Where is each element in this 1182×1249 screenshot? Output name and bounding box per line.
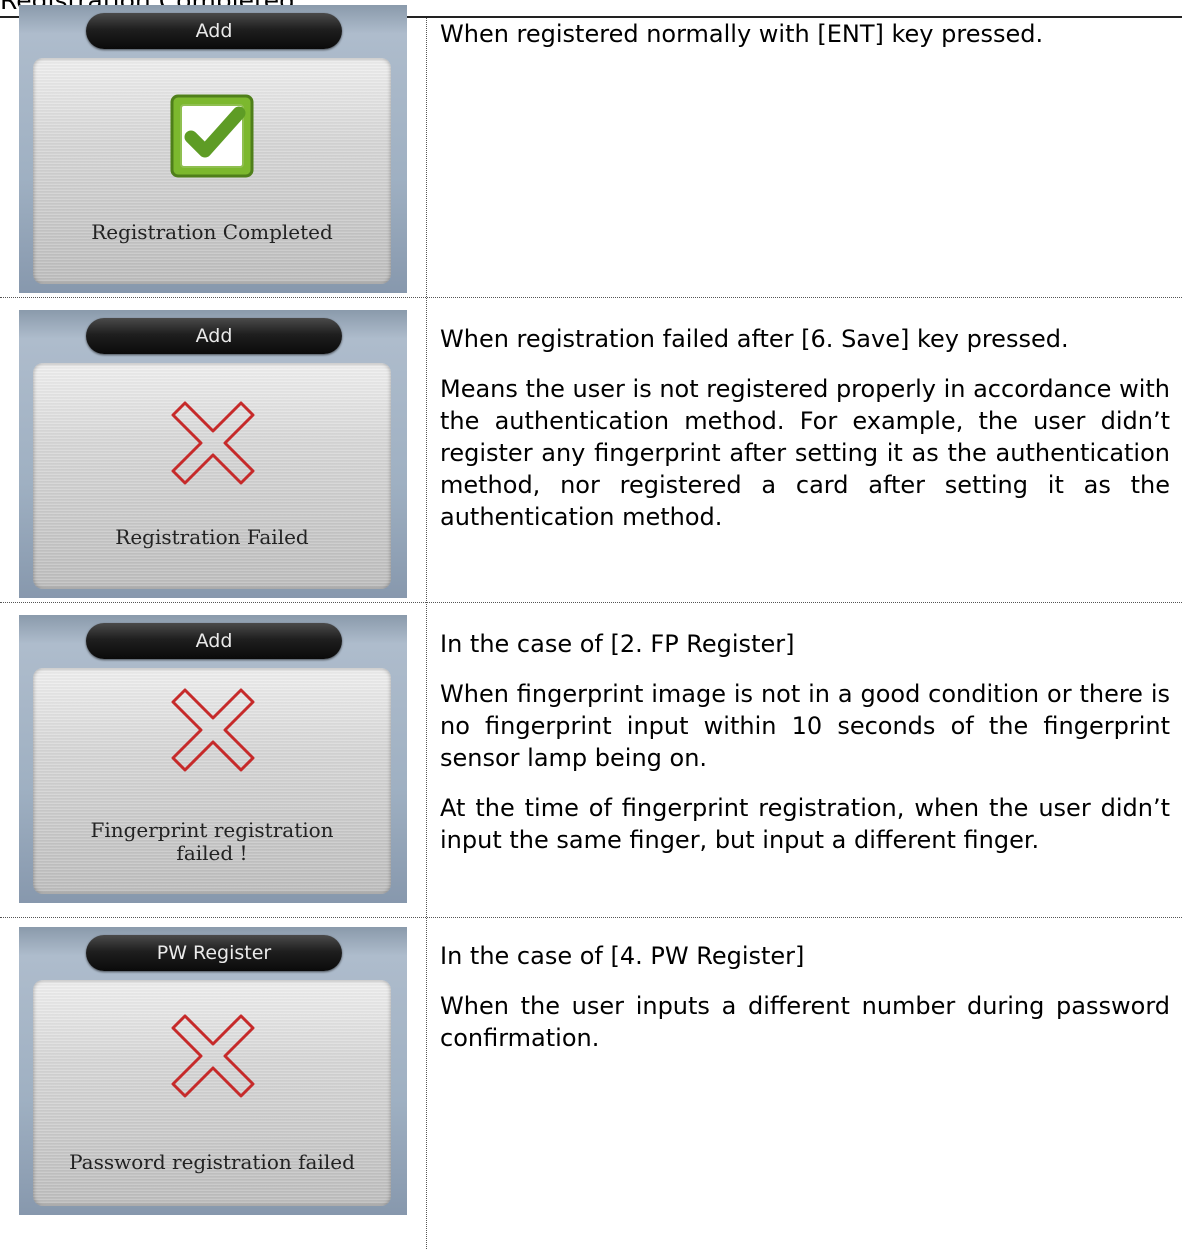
check-icon: [170, 94, 254, 178]
device-screenshot: Add Fingerprint registration failed !: [19, 615, 407, 903]
device-screenshot: Add Registration Failed: [19, 310, 407, 598]
row-description: When registered normally with [ENT] key …: [440, 18, 1170, 50]
description-paragraph: In the case of [4. PW Register]: [440, 942, 805, 970]
row-separator: [0, 917, 1182, 918]
screen-title: PW Register: [156, 942, 272, 964]
row-description: When registration failed after [6. Save]…: [440, 323, 1170, 533]
description-paragraph: When fingerprint image is not in a good …: [440, 680, 1170, 772]
screen-panel: Password registration failed: [33, 980, 391, 1206]
screen-title: Add: [195, 630, 233, 652]
description-paragraph: In the case of [2. FP Register]: [440, 630, 795, 658]
description-paragraph: Means the user is not registered properl…: [440, 375, 1170, 531]
row-description: In the case of [2. FP Register] When fin…: [440, 628, 1170, 856]
description-paragraph: At the time of fingerprint registration,…: [440, 794, 1170, 854]
row-separator: [0, 297, 1182, 298]
screen-title-bar: Add: [86, 318, 342, 354]
description-paragraph: When registration failed after [6. Save]…: [440, 325, 1069, 353]
screen-message: Registration Completed: [91, 220, 333, 244]
cross-icon: [171, 401, 255, 485]
cross-icon: [171, 1014, 255, 1098]
screen-message: Registration Failed: [115, 525, 309, 549]
screen-panel: Registration Failed: [33, 363, 391, 589]
screen-message-line: Fingerprint registration: [90, 818, 334, 842]
device-screenshot: PW Register Password registration failed: [19, 927, 407, 1215]
screen-title-bar: Add: [86, 623, 342, 659]
screen-title-bar: Add: [86, 13, 342, 49]
screen-panel: Registration Completed: [33, 58, 391, 284]
description-paragraph: When the user inputs a different number …: [440, 992, 1170, 1052]
screen-title: Add: [195, 325, 233, 347]
screen-message-line: failed !: [176, 841, 248, 865]
screen-title-bar: PW Register: [86, 935, 342, 971]
description-paragraph: When registered normally with [ENT] key …: [440, 20, 1044, 48]
screen-panel: Fingerprint registration failed !: [33, 668, 391, 894]
device-screenshot: Add Registration Completed: [19, 5, 407, 293]
column-separator: [426, 18, 427, 1249]
row-description: In the case of [4. PW Register] When the…: [440, 940, 1170, 1054]
screen-title: Add: [195, 20, 233, 42]
screen-message: Password registration failed: [69, 1150, 355, 1174]
row-separator: [0, 602, 1182, 603]
cross-icon: [171, 688, 255, 772]
